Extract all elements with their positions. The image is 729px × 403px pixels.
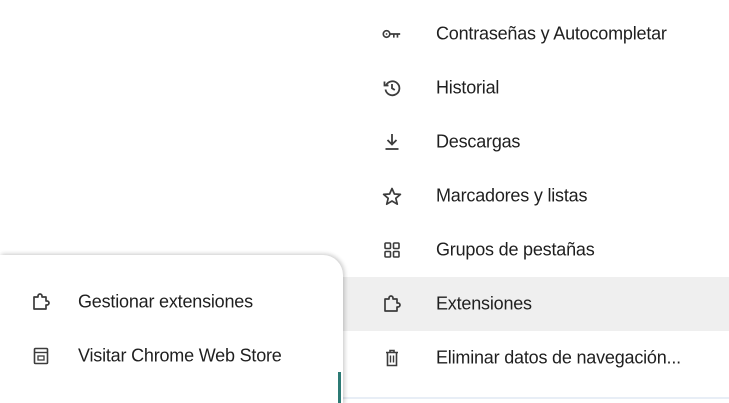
menu-item-downloads[interactable]: Descargas [340,115,729,169]
submenu-item-label: Visitar Chrome Web Store [78,345,282,366]
submenu-item-visit-web-store[interactable]: Visitar Chrome Web Store [0,333,330,379]
menu-item-bookmarks-lists[interactable]: Marcadores y listas [340,169,729,223]
menu-divider [340,397,729,399]
tab-groups-icon [382,240,402,260]
menu-item-label: Marcadores y listas [436,185,588,206]
trash-icon [382,348,402,368]
menu-item-label: Descargas [436,131,521,152]
submenu-item-label: Gestionar extensiones [78,291,253,312]
menu-item-passwords-autofill[interactable]: Contraseñas y Autocompletar [340,7,729,61]
menu-item-label: Historial [436,77,500,98]
puzzle-icon [31,292,51,312]
submenu-edge-accent [338,372,341,403]
chrome-menu-screen: Contraseñas y Autocompletar Historial De… [0,0,729,403]
menu-item-label: Grupos de pestañas [436,239,595,260]
menu-item-tab-groups[interactable]: Grupos de pestañas [340,223,729,277]
menu-item-label: Extensiones [436,293,532,314]
menu-item-extensions[interactable]: Extensiones [340,277,729,331]
menu-item-label: Eliminar datos de navegación... [436,347,681,368]
web-store-icon [31,346,51,366]
menu-item-clear-browsing-data[interactable]: Eliminar datos de navegación... [340,331,729,385]
star-icon [382,186,402,206]
key-icon [382,24,402,44]
submenu-item-manage-extensions[interactable]: Gestionar extensiones [0,279,330,325]
chrome-main-menu: Contraseñas y Autocompletar Historial De… [340,0,729,403]
menu-item-history[interactable]: Historial [340,61,729,115]
history-icon [382,78,402,98]
extensions-submenu: Gestionar extensiones Visitar Chrome Web… [0,255,343,403]
menu-item-label: Contraseñas y Autocompletar [436,23,667,44]
puzzle-icon [382,294,402,314]
download-icon [382,132,402,152]
